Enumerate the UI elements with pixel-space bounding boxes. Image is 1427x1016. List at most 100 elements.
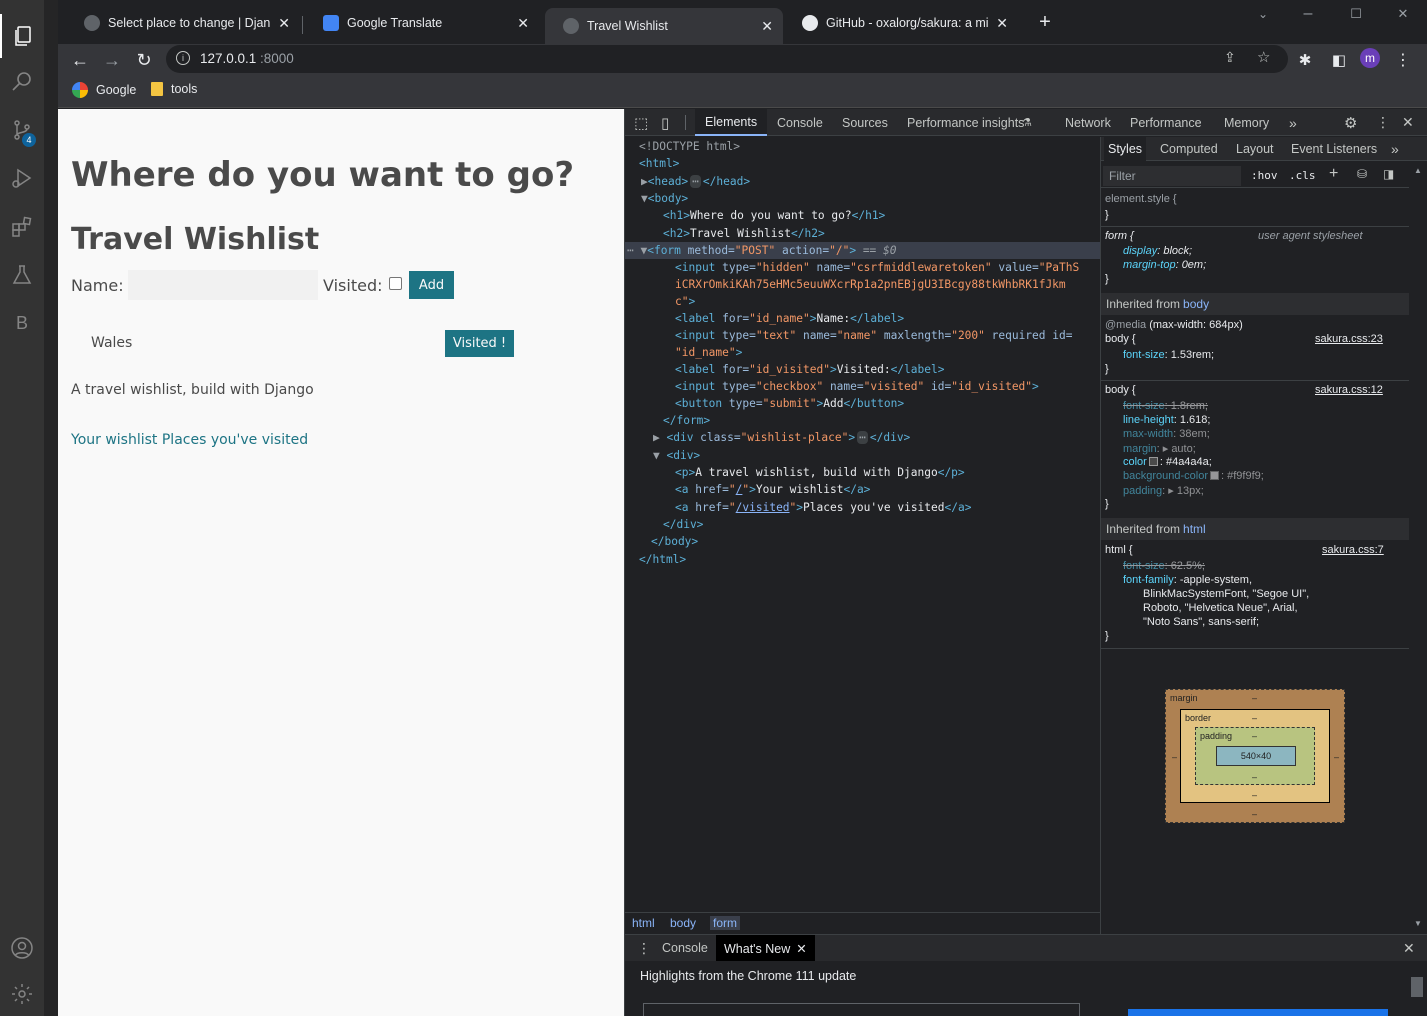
dom-h2[interactable]: <h2>Travel Wishlist</h2> bbox=[663, 225, 825, 242]
dom-div-close[interactable]: </div> bbox=[663, 516, 703, 533]
manage-gear-icon[interactable] bbox=[0, 972, 44, 1016]
side-panel-icon[interactable]: ◧ bbox=[1325, 46, 1353, 74]
breadcrumb-body[interactable]: body bbox=[670, 916, 696, 930]
bookmark-star-icon[interactable]: ☆ bbox=[1257, 48, 1270, 66]
dom-form-close[interactable]: </form> bbox=[663, 412, 710, 429]
subtab-layout[interactable]: Layout bbox=[1236, 137, 1274, 161]
dom-div[interactable]: ▼ <div> bbox=[653, 447, 700, 464]
run-debug-icon[interactable] bbox=[0, 156, 44, 200]
customize-menu-icon[interactable]: ⋮ bbox=[1376, 109, 1390, 136]
source-link-sakura-12[interactable]: sakura.css:12 bbox=[1315, 384, 1383, 396]
dom-p[interactable]: <p>A travel wishlist, build with Django<… bbox=[675, 464, 965, 481]
dom-a-wishlist[interactable]: <a href="/">Your wishlist</a> bbox=[675, 481, 870, 498]
feature-card[interactable] bbox=[643, 1003, 1080, 1016]
styles-filter-input[interactable]: Filter bbox=[1103, 166, 1241, 186]
dom-label-visited[interactable]: <label for="id_visited">Visited:</label> bbox=[675, 361, 944, 378]
dom-html-close[interactable]: </html> bbox=[639, 551, 686, 568]
dom-head[interactable]: ▶<head> ⋯ </head> bbox=[641, 173, 750, 190]
body-padding-decl[interactable]: padding: ▸ 13px; bbox=[1123, 484, 1204, 497]
forward-arrow-icon[interactable]: → bbox=[98, 46, 126, 74]
extensions-icon[interactable] bbox=[0, 205, 44, 249]
dom-form-selected[interactable]: ⋯ ▼<form method="POST" action="/"> == $0 bbox=[627, 242, 897, 259]
dom-input-checkbox[interactable]: <input type="checkbox" name="visited" id… bbox=[675, 378, 1039, 395]
body-selector-1[interactable]: body { bbox=[1105, 333, 1136, 345]
form-selector[interactable]: form { bbox=[1105, 230, 1134, 242]
dom-body[interactable]: ▼<body> bbox=[641, 190, 688, 207]
cls-toggle[interactable]: .cls bbox=[1289, 169, 1316, 182]
body-bg-color-decl[interactable]: background-color: #f9f9f9; bbox=[1123, 470, 1264, 482]
html-font-family-decl[interactable]: font-family: -apple-system, bbox=[1123, 574, 1252, 586]
tab-network[interactable]: Network bbox=[1065, 109, 1111, 136]
tab-console[interactable]: Console bbox=[777, 109, 823, 136]
breadcrumb-html[interactable]: html bbox=[632, 916, 655, 930]
source-link-sakura-23[interactable]: sakura.css:23 bbox=[1315, 333, 1383, 345]
minimize-icon[interactable]: – bbox=[1294, 0, 1322, 28]
dom-label-name[interactable]: <label for="id_name">Name:</label> bbox=[675, 310, 904, 327]
element-style-rule[interactable]: element.style { bbox=[1105, 193, 1177, 205]
tab-travel-wishlist[interactable]: Travel Wishlist ✕ bbox=[545, 8, 783, 44]
subtab-event-listeners[interactable]: Event Listeners bbox=[1291, 137, 1377, 161]
html-selector[interactable]: html { bbox=[1105, 544, 1133, 556]
settings-gear-icon[interactable]: ⚙ bbox=[1344, 109, 1357, 136]
bookmark-google[interactable]: Google bbox=[72, 82, 136, 98]
subtab-styles[interactable]: Styles bbox=[1104, 137, 1147, 161]
explorer-icon[interactable] bbox=[0, 14, 44, 58]
box-model-margin[interactable]: margin – – – – border – – padding – – 54… bbox=[1165, 689, 1345, 823]
maximize-icon[interactable]: ☐ bbox=[1342, 0, 1370, 28]
body-selector-2[interactable]: body { bbox=[1105, 384, 1136, 396]
tab-performance-insights[interactable]: Performance insights bbox=[907, 109, 1024, 136]
box-model-content[interactable]: 540×40 bbox=[1216, 746, 1296, 766]
tab-google-translate[interactable]: Google Translate ✕ bbox=[305, 8, 539, 38]
dom-input-name[interactable]: <input type="text" name="name" maxlength… bbox=[675, 327, 1072, 344]
search-icon[interactable] bbox=[0, 60, 44, 104]
name-input[interactable] bbox=[128, 270, 318, 300]
dom-doctype[interactable]: <!DOCTYPE html> bbox=[639, 138, 740, 155]
form-margin-decl[interactable]: margin-top: 0em; bbox=[1123, 259, 1206, 271]
bookmark-folder-tools[interactable]: tools bbox=[151, 82, 197, 96]
site-info-icon[interactable]: i bbox=[176, 51, 190, 65]
color-swatch[interactable] bbox=[1210, 471, 1219, 480]
drawer-scrollbar[interactable] bbox=[1411, 977, 1423, 997]
source-control-icon[interactable]: 4 bbox=[0, 108, 44, 152]
close-tab-icon[interactable]: ✕ bbox=[996, 15, 1008, 32]
body-margin-decl[interactable]: margin: ▸ auto; bbox=[1123, 442, 1196, 455]
dom-h1[interactable]: <h1>Where do you want to go?</h1> bbox=[663, 207, 885, 224]
tab-github-sakura[interactable]: GitHub - oxalorg/sakura: a minimal class… bbox=[784, 8, 1018, 38]
close-window-icon[interactable]: ✕ bbox=[1389, 0, 1417, 28]
body-font-size-decl[interactable]: font-size: 1.53rem; bbox=[1123, 349, 1214, 361]
body-line-height-decl[interactable]: line-height: 1.618; bbox=[1123, 414, 1210, 426]
form-display-decl[interactable]: display: block; bbox=[1123, 245, 1192, 257]
tab-search-chevron-icon[interactable]: ⌄ bbox=[1249, 0, 1277, 28]
tab-django-admin[interactable]: Select place to change | Django site adm… bbox=[66, 8, 300, 38]
close-tab-icon[interactable]: ✕ bbox=[761, 18, 773, 35]
drawer-menu-icon[interactable]: ⋮ bbox=[637, 940, 651, 957]
box-model-padding[interactable]: padding – – 540×40 bbox=[1195, 727, 1315, 785]
box-model-border[interactable]: border – – padding – – 540×40 bbox=[1180, 709, 1330, 803]
source-link-sakura-7[interactable]: sakura.css:7 bbox=[1322, 544, 1384, 556]
body-color-decl[interactable]: color: #4a4a4a; bbox=[1123, 456, 1212, 468]
close-tab-icon[interactable]: ✕ bbox=[278, 15, 290, 32]
body-max-width-decl[interactable]: max-width: 38em; bbox=[1123, 428, 1210, 440]
breadcrumb-form[interactable]: form bbox=[710, 916, 740, 930]
body-font-size-overridden[interactable]: font-size: 1.8rem; bbox=[1123, 400, 1208, 412]
dom-button[interactable]: <button type="submit">Add</button> bbox=[675, 395, 904, 412]
dom-body-close[interactable]: </body> bbox=[651, 533, 698, 550]
profile-avatar[interactable]: m bbox=[1360, 48, 1380, 68]
visited-checkbox[interactable] bbox=[389, 277, 402, 290]
device-toolbar-icon[interactable]: ▯ bbox=[661, 109, 669, 136]
close-devtools-icon[interactable]: ✕ bbox=[1402, 109, 1414, 136]
dom-div-wishlist-place[interactable]: ▶ <div class="wishlist-place"> ⋯ </div> bbox=[653, 429, 910, 446]
visited-places-link[interactable]: Places you've visited bbox=[162, 432, 308, 448]
close-drawer-icon[interactable]: ✕ bbox=[1403, 940, 1415, 957]
more-menu-icon[interactable]: ⋮ bbox=[1389, 46, 1417, 74]
tab-sources[interactable]: Sources bbox=[842, 109, 888, 136]
paint-bucket-icon[interactable]: ⛁ bbox=[1357, 167, 1367, 181]
new-rule-plus-icon[interactable]: + bbox=[1329, 165, 1338, 183]
visited-button[interactable]: Visited ! bbox=[445, 330, 514, 357]
inspect-element-icon[interactable]: ⬚ bbox=[634, 109, 648, 136]
drawer-tab-console[interactable]: Console bbox=[662, 941, 708, 955]
testing-flask-icon[interactable] bbox=[0, 253, 44, 297]
dom-input-csrf[interactable]: <input type="hidden" name="csrfmiddlewar… bbox=[675, 259, 1079, 276]
close-drawer-tab-icon[interactable]: ✕ bbox=[796, 941, 806, 956]
styles-scrollbar[interactable]: ▲ ▼ bbox=[1409, 164, 1427, 934]
